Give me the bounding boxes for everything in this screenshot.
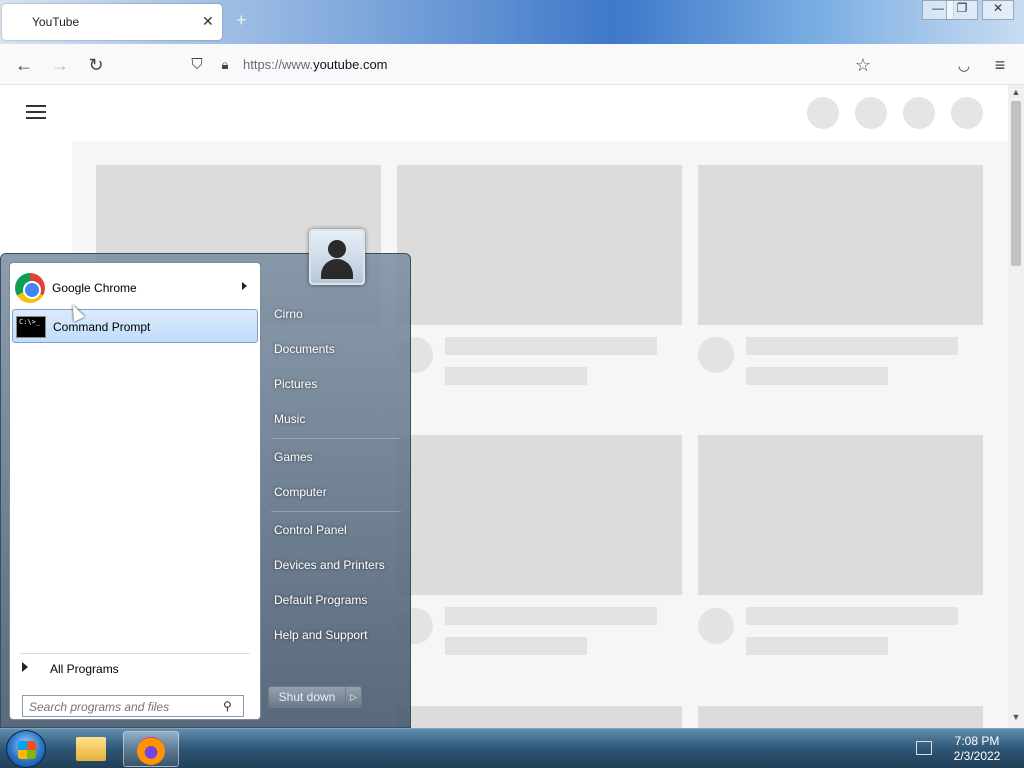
chrome-icon (15, 273, 45, 303)
all-programs-button[interactable]: All Programs (20, 653, 250, 676)
all-programs-arrow-icon (22, 662, 28, 672)
user-silhouette-icon (328, 240, 346, 258)
bookmark-star-icon[interactable]: ☆ (851, 53, 875, 77)
system-clock[interactable]: 7:08 PM 2/3/2022 (942, 734, 1012, 764)
placeholder-icon (855, 97, 887, 129)
video-thumbnail-placeholder (397, 435, 682, 595)
windows-logo-icon (18, 741, 36, 759)
meta-placeholder (746, 637, 888, 655)
title-placeholder (746, 607, 958, 625)
new-tab-button[interactable]: + (236, 10, 247, 31)
tab-youtube[interactable]: YouTube ✕ (2, 4, 222, 40)
program-label: Command Prompt (53, 320, 151, 334)
guide-menu-icon[interactable] (26, 105, 46, 119)
scroll-up-icon[interactable]: ▲ (1008, 87, 1024, 101)
search-icon[interactable]: ⚲ (223, 699, 232, 713)
user-picture[interactable] (309, 229, 365, 285)
start-item-games[interactable]: Games (274, 450, 313, 464)
start-item-documents[interactable]: Documents (274, 342, 335, 356)
url-host: youtube.com (313, 57, 388, 72)
forward-button[interactable]: → (48, 53, 72, 77)
meta-placeholder (746, 367, 888, 385)
close-window-button[interactable]: ✕ (982, 0, 1014, 20)
start-item-computer[interactable]: Computer (274, 485, 327, 499)
taskbar-firefox-button[interactable] (123, 731, 179, 767)
clock-date: 2/3/2022 (953, 749, 1001, 763)
network-tray-icon[interactable] (916, 741, 932, 755)
page-scrollbar[interactable]: ▲ ▼ (1008, 85, 1024, 728)
title-placeholder (445, 337, 657, 355)
reload-button[interactable]: ↻ (84, 53, 108, 77)
title-placeholder (445, 607, 657, 625)
channel-avatar-placeholder (698, 608, 734, 644)
tab-title: YouTube (32, 15, 80, 29)
title-placeholder (746, 337, 958, 355)
menu-divider (271, 438, 401, 439)
meta-placeholder (445, 637, 587, 655)
start-item-control-panel[interactable]: Control Panel (274, 523, 347, 537)
url-bar[interactable]: https://www.youtube.com (243, 57, 388, 72)
program-label: Google Chrome (52, 281, 137, 295)
start-item-help-support[interactable]: Help and Support (274, 628, 367, 642)
placeholder-icon (903, 97, 935, 129)
shutdown-button[interactable]: Shut down (268, 686, 346, 708)
video-thumbnail-placeholder (698, 706, 983, 728)
shutdown-options-arrow-icon[interactable]: ▷ (346, 686, 362, 708)
tab-close-icon[interactable]: ✕ (202, 13, 214, 30)
video-thumbnail-placeholder (397, 165, 682, 325)
program-google-chrome[interactable]: Google Chrome (12, 271, 258, 305)
meta-placeholder (445, 367, 587, 385)
windows-explorer-icon (76, 737, 106, 761)
start-menu: Google Chrome C:\>_ Command Prompt All P… (0, 229, 411, 728)
submenu-arrow-icon[interactable] (242, 282, 247, 290)
cmd-icon: C:\>_ (16, 316, 46, 338)
scroll-down-icon[interactable]: ▼ (1008, 712, 1024, 726)
menu-divider (271, 511, 401, 512)
video-thumbnail-placeholder (698, 165, 983, 325)
programs-pane: Google Chrome C:\>_ Command Prompt All P… (9, 262, 261, 720)
app-menu-icon[interactable]: ≡ (988, 53, 1012, 77)
start-search-box[interactable]: ⚲ (22, 695, 244, 717)
scroll-thumb[interactable] (1011, 101, 1021, 266)
firefox-icon (137, 737, 165, 765)
tab-bar: YouTube ✕ + — ❐ ✕ (0, 0, 1024, 44)
start-item-pictures[interactable]: Pictures (274, 377, 317, 391)
start-button[interactable] (6, 730, 46, 768)
start-item-music[interactable]: Music (274, 412, 305, 426)
program-command-prompt[interactable]: C:\>_ Command Prompt (12, 309, 258, 343)
user-silhouette-body (321, 259, 353, 279)
start-item-default-programs[interactable]: Default Programs (274, 593, 367, 607)
start-item-devices-printers[interactable]: Devices and Printers (274, 558, 385, 572)
channel-avatar-placeholder (698, 337, 734, 373)
all-programs-label: All Programs (50, 662, 119, 676)
taskbar: 7:08 PM 2/3/2022 (0, 728, 1024, 768)
start-item-user[interactable]: Cirno (274, 307, 303, 321)
search-input[interactable] (29, 699, 209, 714)
restore-button[interactable]: ❐ (946, 0, 978, 20)
url-prefix: https://www. (243, 57, 314, 72)
navigation-toolbar: ← → ↻ ⛉ 🔒︎ https://www.youtube.com ☆ ◡ ≡ (0, 44, 1024, 85)
placeholder-icon (807, 97, 839, 129)
clock-time: 7:08 PM (954, 734, 1000, 748)
video-thumbnail-placeholder (698, 435, 983, 595)
video-thumbnail-placeholder (397, 706, 682, 728)
back-button[interactable]: ← (12, 53, 36, 77)
tracking-protection-shield-icon[interactable]: ⛉ (185, 53, 209, 77)
lock-icon[interactable]: 🔒︎ (213, 53, 237, 77)
placeholder-icon (951, 97, 983, 129)
taskbar-explorer-button[interactable] (62, 731, 118, 767)
pocket-icon[interactable]: ◡ (952, 53, 976, 77)
